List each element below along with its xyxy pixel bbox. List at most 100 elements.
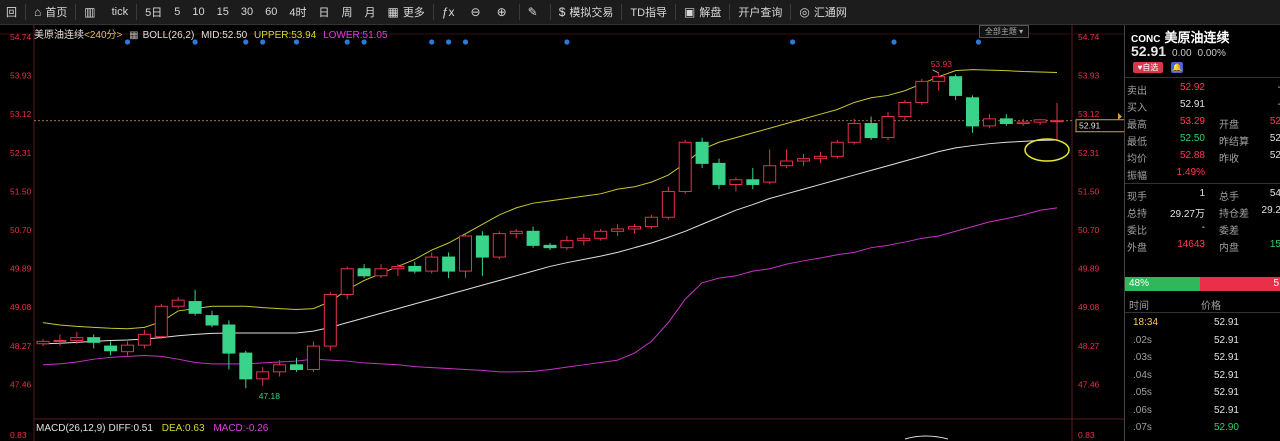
tick-time: .02s (1133, 334, 1152, 346)
alert-bell-icon[interactable]: 🔔 (1171, 62, 1183, 73)
quote-label: 现手 (1127, 192, 1147, 203)
toolbar-item-16[interactable]: ⊖ (465, 0, 491, 24)
candle-down (746, 179, 760, 185)
candle-up (644, 216, 658, 228)
bottom-annotation-mark (904, 435, 949, 440)
tick-header: 时间 价格 (1125, 295, 1280, 312)
toolbar-item-6[interactable]: 10 (186, 0, 210, 24)
toolbar-item-8[interactable]: 30 (235, 0, 259, 24)
toolbar-separator (432, 4, 434, 20)
candle-up (678, 141, 692, 192)
quote-row: 总持 29.27万 持仓差 29.2 (1125, 203, 1280, 220)
quote-value: 52.50 (1179, 133, 1205, 144)
boll-settings-icon[interactable]: ▦ (129, 30, 138, 41)
quote-label-2: 内盘 (1219, 243, 1239, 254)
chevron-down-icon: ▾ (1019, 27, 1024, 36)
candle-up (898, 101, 912, 118)
boll-mid: MID:52.50 (201, 30, 248, 41)
boll-lower: LOWER:51.05 (323, 30, 388, 41)
candle-up (323, 294, 337, 347)
candle-up (611, 228, 625, 232)
tick-time: .07s (1133, 422, 1152, 433)
left-axis-tick: 49.89 (10, 264, 32, 274)
quote-label: 最高 (1127, 120, 1147, 131)
quote-price-line: 52.91 0.00 0.00% (1131, 43, 1232, 59)
toolbar-item-14[interactable]: ▦ 更多 (381, 0, 430, 24)
buy-sell-ratio-bar: 48% 5 (1125, 277, 1280, 291)
macd-value: MACD:-0.26 (213, 423, 269, 434)
candle-up (459, 235, 472, 272)
quote-row: 委比 - 委差 (1125, 220, 1280, 237)
price-change-pct: 0.00% (1197, 48, 1226, 59)
toolbar-item-label: tick (111, 6, 129, 18)
quote-value: 1 (1199, 188, 1205, 199)
candle-up (374, 268, 388, 277)
kline-chart[interactable]: 54.74 54.74 53.93 53.93 53.12 53.12 52.31 52.31… (0, 25, 1124, 441)
left-axis-tick: 48.27 (10, 341, 32, 351)
theme-select[interactable]: 全部主题 ▾ (979, 25, 1029, 38)
toolbar-separator (621, 4, 623, 20)
toolbar-item-20[interactable]: TD指导 (624, 0, 673, 24)
boll-upper: UPPER:53.94 (254, 30, 317, 41)
toolbar-item-15[interactable]: ƒx (436, 0, 465, 24)
toolbar-item-label: 模拟交易 (569, 7, 614, 19)
macd-diff: DIFF:0.51 (108, 423, 153, 434)
toolbar-separator (790, 4, 792, 20)
tick-price: 52.91 (1213, 334, 1239, 346)
candle-up (121, 344, 134, 353)
chart-canvas[interactable]: 54.74 54.74 53.93 53.93 53.12 53.12 52.31 52.31… (0, 25, 1124, 441)
toolbar-item-11[interactable]: 日 (312, 0, 335, 24)
toolbar-item-label: 5 (174, 6, 181, 18)
tick-price: 52.91 (1213, 369, 1239, 381)
candle-up (391, 265, 405, 270)
candle-up (881, 116, 895, 139)
candle-up (425, 256, 439, 272)
grid-icon: ▦ (387, 5, 399, 19)
toolbar-item-2[interactable]: ▥ (78, 0, 105, 24)
toolbar-item-label: 周 (341, 7, 353, 19)
toolbar-item-4[interactable]: 5日 (139, 0, 168, 24)
candle-down (966, 97, 979, 127)
toolbar: 回 ⌂ 首页 ▥ tick 5日 5 10 15 30 60 4时日周月 ▦ 更多 ƒx ⊖ ⊕ ✎ $ 模拟交易 TD… (0, 0, 1280, 25)
tick-price: 52.91 (1213, 317, 1239, 328)
quote-value-2: 52 (1269, 133, 1280, 144)
toolbar-item-13[interactable]: 月 (358, 0, 381, 24)
toolbar-item-17[interactable]: ⊕ (491, 0, 517, 24)
instrument-name: 美原油连续 (34, 30, 84, 41)
left-axis-tick: 53.12 (10, 109, 32, 119)
right-axis-tick: 47.46 (1078, 379, 1100, 389)
toolbar-item-5[interactable]: 5 (168, 0, 186, 24)
right-axis-tick: 50.70 (1078, 225, 1100, 235)
highlight-ellipse (1024, 138, 1070, 162)
candle-up (797, 158, 810, 162)
globe-icon: ◎ (799, 5, 810, 19)
macd-label: MACD(26,12,9) (36, 423, 106, 434)
event-dot (975, 39, 982, 45)
sell-ratio-label: 5 (1273, 278, 1279, 289)
toolbar-separator (675, 4, 677, 20)
toolbar-separator (729, 4, 731, 20)
toolbar-item-22[interactable]: 开户查询 (732, 0, 788, 24)
toolbar-item-9[interactable]: 60 (259, 0, 283, 24)
high-annotation: 53.93 (931, 59, 953, 69)
toolbar-item-1[interactable]: ⌂ 首页 (28, 0, 73, 24)
toolbar-separator (518, 4, 520, 20)
candle-up (813, 155, 827, 160)
toolbar-item-3[interactable]: tick (106, 0, 135, 24)
tick-time: 18:34 (1133, 317, 1159, 328)
toolbar-item-10[interactable]: 4时 (283, 0, 312, 24)
toolbar-item-21[interactable]: ▣ 解盘 (678, 0, 727, 24)
toolbar-item-7[interactable]: 15 (211, 0, 235, 24)
event-dot (790, 39, 796, 45)
tick-time: .03s (1133, 352, 1152, 363)
divider (1125, 77, 1280, 78)
toolbar-item-19[interactable]: $ 模拟交易 (553, 0, 620, 24)
add-watchlist-button[interactable]: ♥自选 (1133, 62, 1163, 73)
candle-up (53, 339, 67, 342)
toolbar-item-23[interactable]: ◎ 汇通网 (793, 0, 852, 24)
toolbar-item-18[interactable]: ✎ (522, 0, 548, 24)
quote-panel: CONC美原油连续 52.910.000.00% ♥自选 🔔 卖出52.92-买… (1124, 25, 1280, 441)
toolbar-item-12[interactable]: 周 (335, 0, 358, 24)
candle-up (982, 118, 996, 127)
toolbar-item-0[interactable]: 回 (0, 0, 23, 24)
